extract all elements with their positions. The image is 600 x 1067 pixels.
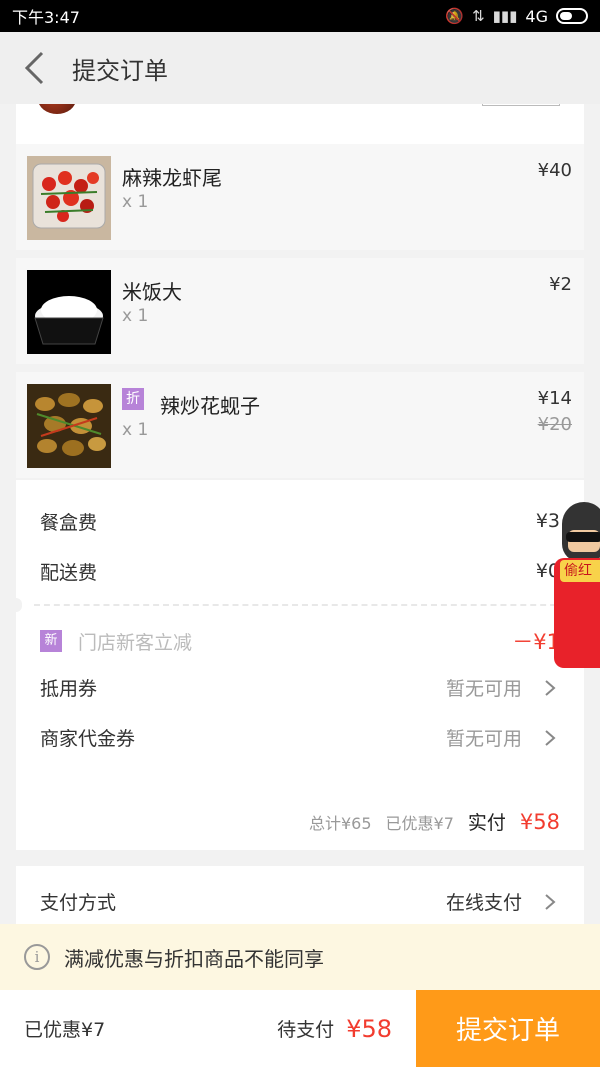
payment-method-card[interactable]: 支付方式 在线支付 [16, 866, 584, 924]
new-customer-label: 门店新客立减 [78, 631, 193, 654]
pending-label: 待支付 [277, 1019, 335, 1041]
item-name: 辣炒花蚬子 [160, 394, 260, 418]
order-item: 折 辣炒花蚬子 x 1 ¥14 ¥20 [16, 372, 584, 478]
voucher-label: 抵用券 [40, 677, 98, 700]
delivery-fee-label: 配送费 [40, 561, 98, 584]
item-qty: x 1 [122, 192, 149, 212]
item-price: ¥2 [549, 274, 572, 295]
item-qty: x 1 [122, 420, 149, 440]
card-notch [10, 598, 22, 612]
box-fee-row: 餐盒费 ¥3 [40, 504, 560, 538]
item-name: 米饭大 [122, 280, 182, 304]
payment-method-label: 支付方式 [40, 891, 117, 914]
promo-tag: 偷红 [560, 560, 600, 582]
pay-value: ¥58 [519, 810, 560, 834]
discount-badge: 折 [122, 388, 144, 410]
info-icon: i [24, 944, 50, 970]
item-original-price: ¥20 [537, 414, 572, 435]
status-bar: 下午3:47 🔕 ⇅ ▮▮▮ 4G [0, 0, 600, 32]
mascot-mask [566, 532, 600, 542]
page-title: 提交订单 [72, 56, 168, 85]
data-transfer-icon: ⇅ [472, 7, 485, 25]
bottom-saved: 已优惠¥7 [24, 1019, 106, 1041]
stir-fried-clams-photo [27, 384, 111, 468]
status-time: 下午3:47 [12, 8, 80, 27]
order-content: 麻辣龙虾尾 x 1 ¥40 米饭大 x 1 ¥2 折 辣炒花蚬子 x 1 ¥14… [0, 104, 600, 924]
pay-label: 实付 [467, 812, 506, 834]
spicy-crawfish-tails-photo [27, 156, 111, 240]
chevron-right-icon [544, 679, 560, 696]
total-saved: 已优惠¥7 [385, 814, 454, 833]
fees-card: 餐盒费 ¥3 配送费 ¥0 新 门店新客立减 －¥1 抵用券 暂无可用 商家代金… [10, 480, 584, 888]
shop-header-partial [16, 104, 584, 144]
mute-icon: 🔕 [445, 7, 465, 25]
voucher-row[interactable]: 抵用券 暂无可用 [40, 670, 560, 704]
chevron-right-icon [544, 729, 560, 746]
item-price: ¥40 [537, 160, 572, 181]
rice-bowl-photo [27, 270, 111, 354]
floating-red-packet-promo[interactable]: 偷红 [554, 502, 600, 672]
info-banner: i 满减优惠与折扣商品不能同享 [0, 924, 600, 990]
order-item: 麻辣龙虾尾 x 1 ¥40 [16, 144, 584, 250]
merchant-voucher-label: 商家代金券 [40, 727, 136, 750]
voucher-value: 暂无可用 [445, 677, 522, 700]
delivery-fee-row: 配送费 ¥0 [40, 554, 560, 588]
shop-avatar [38, 104, 76, 114]
payment-method-row[interactable]: 支付方式 在线支付 [40, 884, 560, 918]
divider [34, 604, 566, 606]
item-name: 麻辣龙虾尾 [122, 166, 222, 190]
box-fee-label: 餐盒费 [40, 511, 98, 534]
submit-order-button[interactable]: 提交订单 [416, 990, 600, 1067]
total-amount: 总计¥65 [308, 814, 372, 833]
item-price: ¥14 [537, 388, 572, 409]
back-chevron-icon[interactable] [10, 32, 58, 104]
pending-value: ¥58 [346, 1014, 392, 1043]
merchant-voucher-row[interactable]: 商家代金券 暂无可用 [40, 720, 560, 754]
bottom-bar: 已优惠¥7 待支付 ¥58 提交订单 [0, 990, 600, 1067]
new-customer-value: －¥1 [512, 630, 560, 654]
chevron-right-icon [544, 893, 560, 910]
info-text: 满减优惠与折扣商品不能同享 [64, 946, 324, 971]
new-customer-promo-row: 新 门店新客立减 －¥1 [40, 624, 560, 658]
status-icons: 🔕 ⇅ ▮▮▮ 4G [445, 7, 588, 26]
order-total-row: 总计¥65 已优惠¥7 实付 ¥58 [309, 808, 560, 835]
nav-bar: 提交订单 [0, 32, 600, 104]
order-item: 米饭大 x 1 ¥2 [16, 258, 584, 364]
new-badge: 新 [40, 630, 62, 652]
shop-action-button[interactable] [482, 104, 560, 106]
signal-icon: ▮▮▮ [492, 7, 518, 25]
network-label: 4G [525, 6, 548, 26]
payment-method-value: 在线支付 [445, 891, 522, 914]
merchant-voucher-value: 暂无可用 [445, 727, 522, 750]
item-qty: x 1 [122, 306, 149, 326]
battery-icon [556, 8, 588, 24]
